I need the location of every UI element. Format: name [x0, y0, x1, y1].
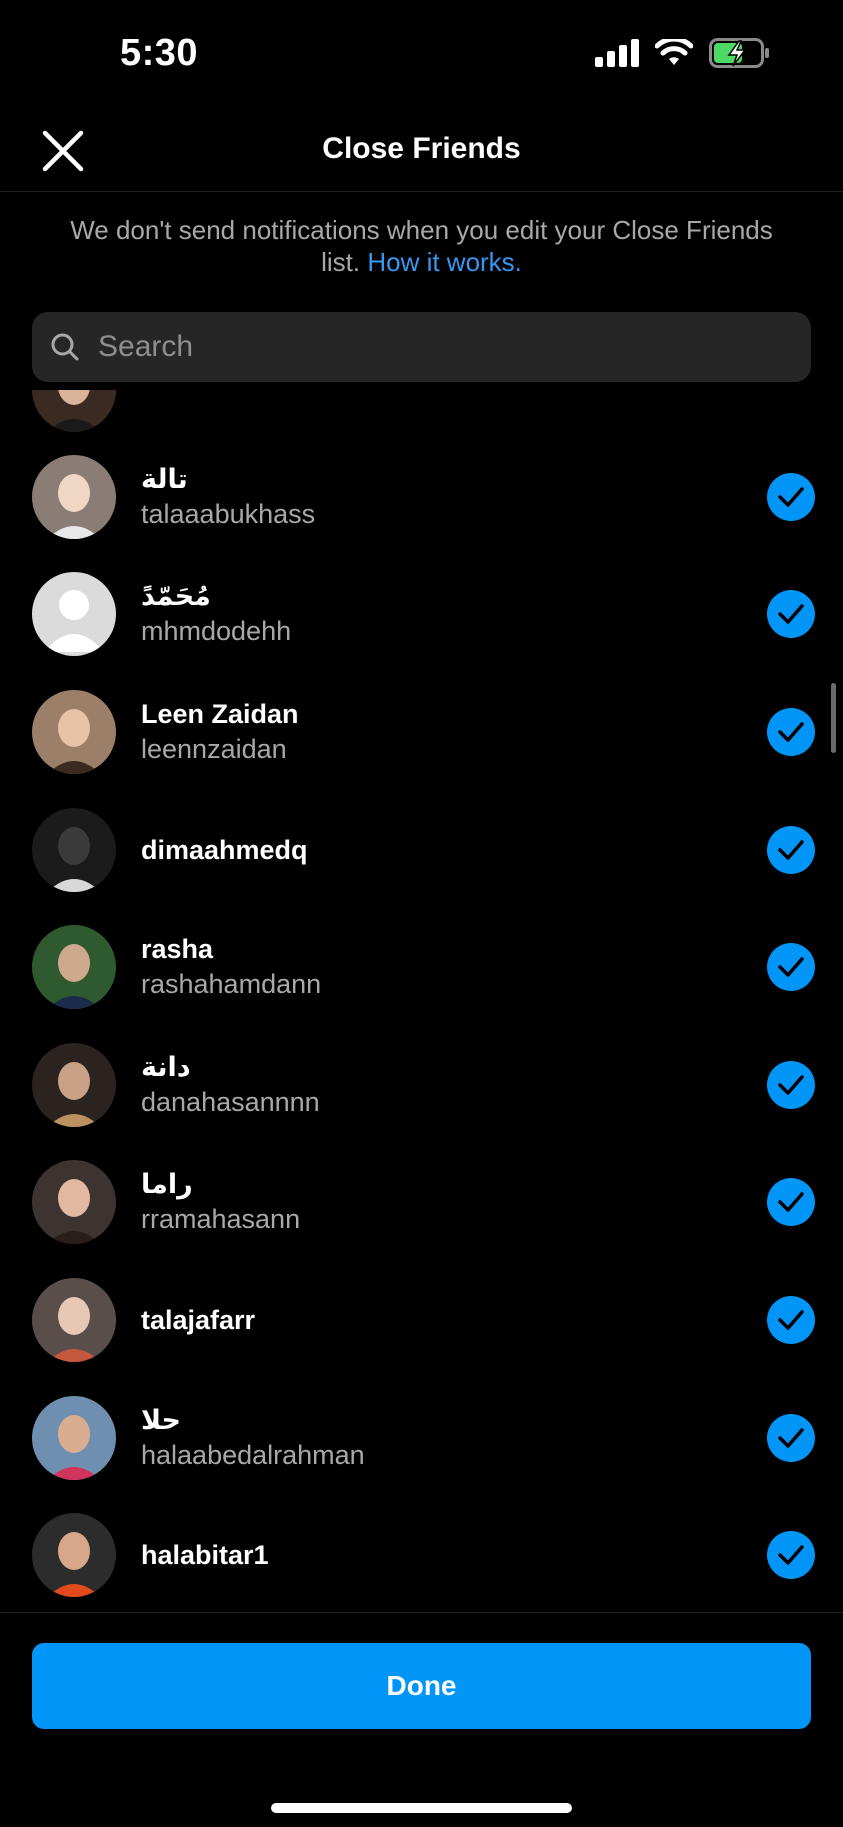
friend-display-name: حلا	[141, 1404, 181, 1435]
friend-username: danahasannnn	[141, 1086, 320, 1117]
friend-row[interactable]: halabitar1	[0, 1496, 843, 1610]
selected-checkbox[interactable]	[767, 943, 815, 992]
friend-row[interactable]: مُحَمّدً mhmdodehh	[0, 556, 843, 674]
avatar	[32, 1395, 116, 1480]
checkmark-icon	[778, 1075, 804, 1095]
friend-row[interactable]: راما rramahasann	[0, 1144, 843, 1262]
status-time: 5:30	[120, 32, 199, 74]
checkmark-icon	[778, 722, 804, 742]
friend-row[interactable]: Leen Zaidan leennzaidan	[0, 673, 843, 791]
checkmark-icon	[778, 1427, 804, 1448]
friend-row[interactable]: rasha rashahamdann	[0, 908, 843, 1026]
friend-names: halabitar1	[141, 1538, 723, 1572]
selected-checkbox[interactable]	[767, 1060, 815, 1109]
friend-names: حلا halaabedalrahman	[141, 1403, 723, 1473]
notice-text: We don't send notifications when you edi…	[60, 214, 783, 278]
friend-display-name: مُحَمّدً	[141, 581, 211, 612]
avatar	[32, 1277, 116, 1362]
footer-divider	[0, 1612, 843, 1613]
search-icon	[51, 333, 79, 361]
friend-display-name: راما	[141, 1169, 193, 1200]
friend-row[interactable]: حلا halaabedalrahman	[0, 1379, 843, 1497]
wifi-icon	[654, 36, 694, 72]
search-input[interactable]	[98, 330, 738, 364]
friend-username: halaabedalrahman	[141, 1439, 365, 1470]
selected-checkbox[interactable]	[767, 707, 815, 756]
friend-username: talaaabukhass	[141, 498, 316, 529]
friend-names: rasha rashahamdann	[141, 932, 723, 1002]
friends-list[interactable]: تالة talaaabukhass مُحَمّدً mhmdodehh Leen Z…	[0, 390, 843, 1610]
cellular-signal-icon	[595, 39, 639, 72]
friend-row[interactable]: talajafarr	[0, 1261, 843, 1379]
battery-charging-icon	[709, 38, 771, 73]
friend-names: talajafarr	[141, 1303, 723, 1337]
friend-display-name: dimaahmedq	[141, 834, 308, 865]
checkmark-icon	[778, 1192, 804, 1213]
friend-display-name: halabitar1	[141, 1540, 269, 1571]
avatar	[32, 1160, 116, 1245]
checkmark-icon	[778, 604, 804, 625]
selected-checkbox[interactable]	[767, 1413, 815, 1462]
friend-display-name: talajafarr	[141, 1304, 256, 1335]
avatar	[32, 1042, 116, 1127]
friend-username: mhmdodehh	[141, 616, 292, 647]
selected-checkbox[interactable]	[767, 472, 815, 521]
selected-checkbox[interactable]	[767, 590, 815, 639]
friend-names: تالة talaaabukhass	[141, 462, 723, 532]
friend-display-name: Leen Zaidan	[141, 698, 299, 729]
checkmark-icon	[778, 839, 804, 860]
friend-names: Leen Zaidan leennzaidan	[141, 697, 723, 767]
status-bar: 5:30	[0, 0, 843, 110]
checkmark-icon	[778, 1310, 804, 1330]
avatar	[32, 689, 116, 774]
friend-row[interactable]	[0, 390, 843, 438]
friend-names: مُحَمّدً mhmdodehh	[141, 579, 723, 649]
avatar	[32, 1513, 116, 1598]
selected-checkbox[interactable]	[767, 1295, 815, 1344]
friend-username: rashahamdann	[141, 969, 322, 1000]
avatar	[32, 390, 116, 432]
checkmark-icon	[778, 487, 804, 507]
checkmark-icon	[778, 957, 804, 977]
friend-display-name: تالة	[141, 463, 188, 494]
avatar	[32, 925, 116, 1010]
scrollbar[interactable]	[831, 683, 836, 753]
search-bar[interactable]	[32, 312, 811, 382]
page-title: Close Friends	[322, 132, 521, 165]
status-icons	[595, 36, 771, 73]
home-indicator	[271, 1803, 572, 1813]
selected-checkbox[interactable]	[767, 1178, 815, 1227]
friend-row[interactable]: dimaahmedq	[0, 791, 843, 909]
header: Close Friends	[0, 110, 843, 192]
checkmark-icon	[778, 1545, 804, 1565]
friend-names: dimaahmedq	[141, 833, 723, 867]
friend-username: rramahasann	[141, 1204, 301, 1235]
friend-row[interactable]: تالة talaaabukhass	[0, 438, 843, 556]
friend-names: راما rramahasann	[141, 1167, 723, 1237]
done-button[interactable]: Done	[32, 1643, 811, 1729]
friend-row[interactable]: دانة danahasannnn	[0, 1026, 843, 1144]
friend-username: leennzaidan	[141, 733, 287, 764]
default-avatar	[32, 572, 116, 657]
friend-display-name: دانة	[141, 1051, 191, 1082]
selected-checkbox[interactable]	[767, 1531, 815, 1580]
avatar	[32, 454, 116, 539]
friend-names: دانة danahasannnn	[141, 1050, 723, 1120]
avatar	[32, 807, 116, 892]
selected-checkbox[interactable]	[767, 825, 815, 874]
how-it-works-link[interactable]: How it works.	[367, 247, 522, 277]
friend-display-name: rasha	[141, 934, 214, 965]
